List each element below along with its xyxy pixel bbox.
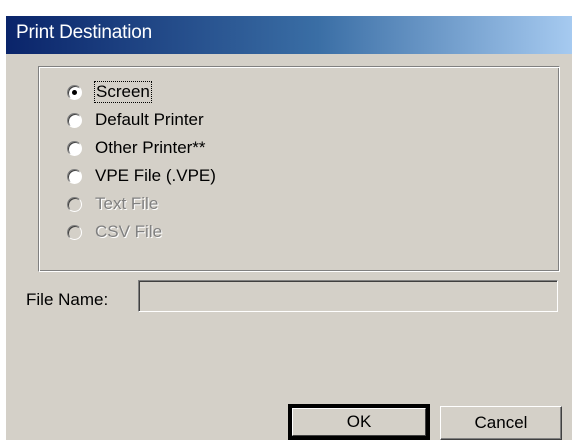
window-title: Print Destination [16, 22, 153, 43]
ok-button-label[interactable]: OK [292, 408, 426, 436]
radio-label-other-printer[interactable]: Other Printer** [95, 138, 206, 158]
radio-option-default-printer[interactable]: Default Printer [67, 109, 204, 131]
title-bar[interactable]: Print Destination [6, 16, 572, 54]
file-name-label: File Name: [26, 290, 109, 309]
print-destination-dialog: Print Destination Screen Default Printer… [4, 14, 572, 440]
radio-selected-dot [72, 89, 77, 95]
radio-button-icon[interactable] [67, 112, 82, 128]
radio-label-text-file: Text File [95, 194, 159, 213]
radio-option-text-file: Text File [67, 193, 158, 215]
file-name-input[interactable] [138, 280, 558, 312]
radio-label-vpe-file[interactable]: VPE File (.VPE) [95, 166, 216, 186]
radio-label-csv-file: CSV File [95, 222, 163, 241]
radio-button-icon[interactable] [67, 168, 82, 184]
radio-button-icon[interactable] [67, 84, 82, 100]
radio-button-icon[interactable] [67, 140, 82, 156]
ok-button[interactable]: OK [288, 404, 430, 440]
radio-option-csv-file: CSV File [67, 221, 162, 243]
radio-option-other-printer[interactable]: Other Printer** [67, 137, 206, 159]
cancel-button[interactable]: Cancel [440, 406, 562, 440]
radio-option-vpe-file[interactable]: VPE File (.VPE) [67, 165, 216, 187]
radio-label-screen[interactable]: Screen [94, 81, 152, 103]
destination-group: Screen Default Printer Other Printer** V… [38, 66, 560, 272]
radio-button-icon [67, 196, 82, 212]
radio-button-icon [67, 224, 82, 240]
radio-label-default-printer[interactable]: Default Printer [95, 110, 204, 130]
radio-option-screen[interactable]: Screen [67, 81, 152, 103]
